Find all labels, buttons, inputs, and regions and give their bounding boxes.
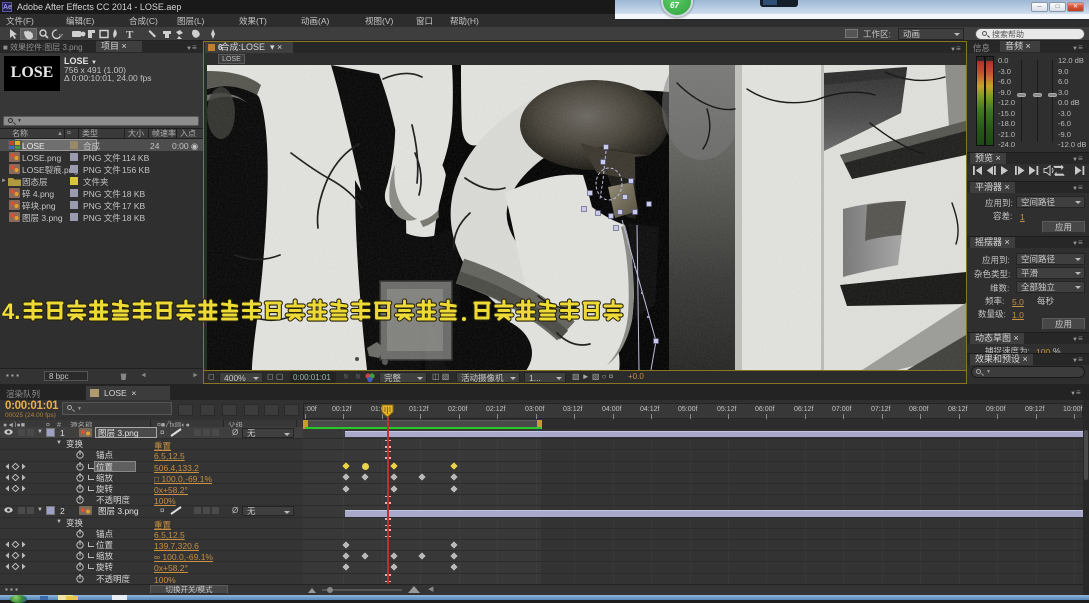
svg-text:T: T (126, 29, 134, 41)
svg-text:4.: 4. (2, 299, 20, 324)
